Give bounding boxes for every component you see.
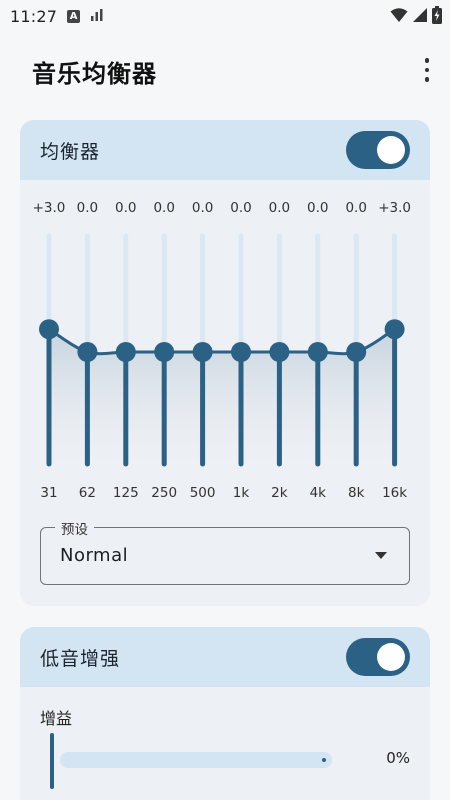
status-bar: 11:27 A	[0, 0, 450, 32]
toggle-knob	[377, 643, 405, 671]
eq-band-handle-16k[interactable]	[384, 319, 405, 340]
bass-boost-card: 低音增强 增益 0%	[20, 627, 430, 800]
preset-label: 预设	[55, 518, 94, 538]
eq-gain-label-125: 0.0	[115, 200, 137, 216]
slider-end-dot	[322, 758, 326, 762]
eq-freq-label-250: 250	[151, 485, 178, 501]
notification-icon: A	[67, 9, 81, 23]
eq-band-handle-125[interactable]	[115, 342, 136, 362]
eq-freq-label-1k: 1k	[232, 485, 250, 501]
eq-freq-label-2k: 2k	[271, 485, 288, 501]
eq-gain-label-1k: 0.0	[230, 200, 252, 216]
bass-body: 增益 0%	[20, 687, 430, 800]
equalizer-card: 均衡器 +3.0 31 0.0 62 0.0 125 0.0 250 0.0 500 0.0 1k 0.…	[20, 120, 430, 606]
eq-freq-label-4k: 4k	[309, 485, 327, 501]
wifi-icon	[390, 7, 408, 27]
bass-toggle[interactable]	[346, 638, 410, 676]
eq-gain-label-62: 0.0	[76, 200, 99, 216]
more-dot-icon	[424, 58, 430, 63]
preset-value: Normal	[60, 545, 129, 566]
equalizer-toggle[interactable]	[346, 131, 410, 169]
eq-band-handle-250[interactable]	[154, 342, 175, 362]
bass-gain-label: 增益	[40, 709, 73, 728]
eq-gain-label-500: 0.0	[191, 200, 214, 216]
bass-gain-value: 0%	[386, 749, 410, 767]
preset-dropdown[interactable]: 预设 Normal	[40, 518, 410, 585]
equalizer-graph	[39, 233, 405, 467]
eq-freq-label-16k: 16k	[382, 485, 408, 501]
cellular-icon	[412, 7, 428, 27]
equalizer-bands: +3.0 31 0.0 62 0.0 125 0.0 250 0.0 500 0.0 1k 0.0 2k 0…	[20, 180, 430, 530]
bass-slider-handle[interactable]	[50, 733, 54, 789]
eq-gain-label-4k: 0.0	[307, 200, 329, 216]
eq-gain-label-16k: +3.0	[378, 200, 411, 216]
status-right	[390, 6, 442, 28]
eq-freq-label-62: 62	[78, 485, 96, 501]
bass-gain-slider[interactable]	[60, 752, 332, 768]
equalizer-card-header: 均衡器	[20, 120, 430, 180]
battery-icon	[432, 6, 442, 28]
page-title: 音乐均衡器	[32, 60, 157, 88]
dropdown-caret-icon	[375, 552, 387, 559]
more-dot-icon	[424, 67, 430, 73]
eq-gain-label-250: 0.0	[153, 200, 175, 216]
signal-bars-icon	[90, 7, 104, 26]
eq-band-handle-2k[interactable]	[269, 342, 290, 362]
eq-band-handle-8k[interactable]	[346, 342, 367, 362]
bass-card-header: 低音增强	[20, 627, 430, 687]
eq-freq-label-500: 500	[189, 485, 216, 501]
eq-band-handle-62[interactable]	[77, 342, 98, 362]
bass-title: 低音增强	[40, 647, 121, 670]
eq-band-handle-500[interactable]	[192, 342, 213, 362]
eq-curve-line	[48, 327, 396, 356]
eq-band-handle-31[interactable]	[39, 319, 59, 340]
status-time: 11:27	[10, 6, 58, 26]
eq-band-handle-1k[interactable]	[231, 342, 251, 362]
eq-gain-label-8k: 0.0	[345, 200, 367, 216]
equalizer-title: 均衡器	[40, 140, 101, 163]
eq-freq-label-8k: 8k	[347, 485, 365, 501]
eq-freq-label-31: 31	[40, 485, 58, 501]
eq-curve-fill	[49, 329, 395, 464]
eq-freq-label-125: 125	[112, 485, 139, 501]
more-options-button[interactable]	[420, 56, 434, 84]
eq-gain-label-31: +3.0	[32, 200, 66, 216]
eq-gain-label-2k: 0.0	[268, 200, 291, 216]
toggle-knob	[377, 136, 405, 164]
eq-band-handle-4k[interactable]	[307, 342, 328, 362]
more-dot-icon	[424, 77, 430, 82]
